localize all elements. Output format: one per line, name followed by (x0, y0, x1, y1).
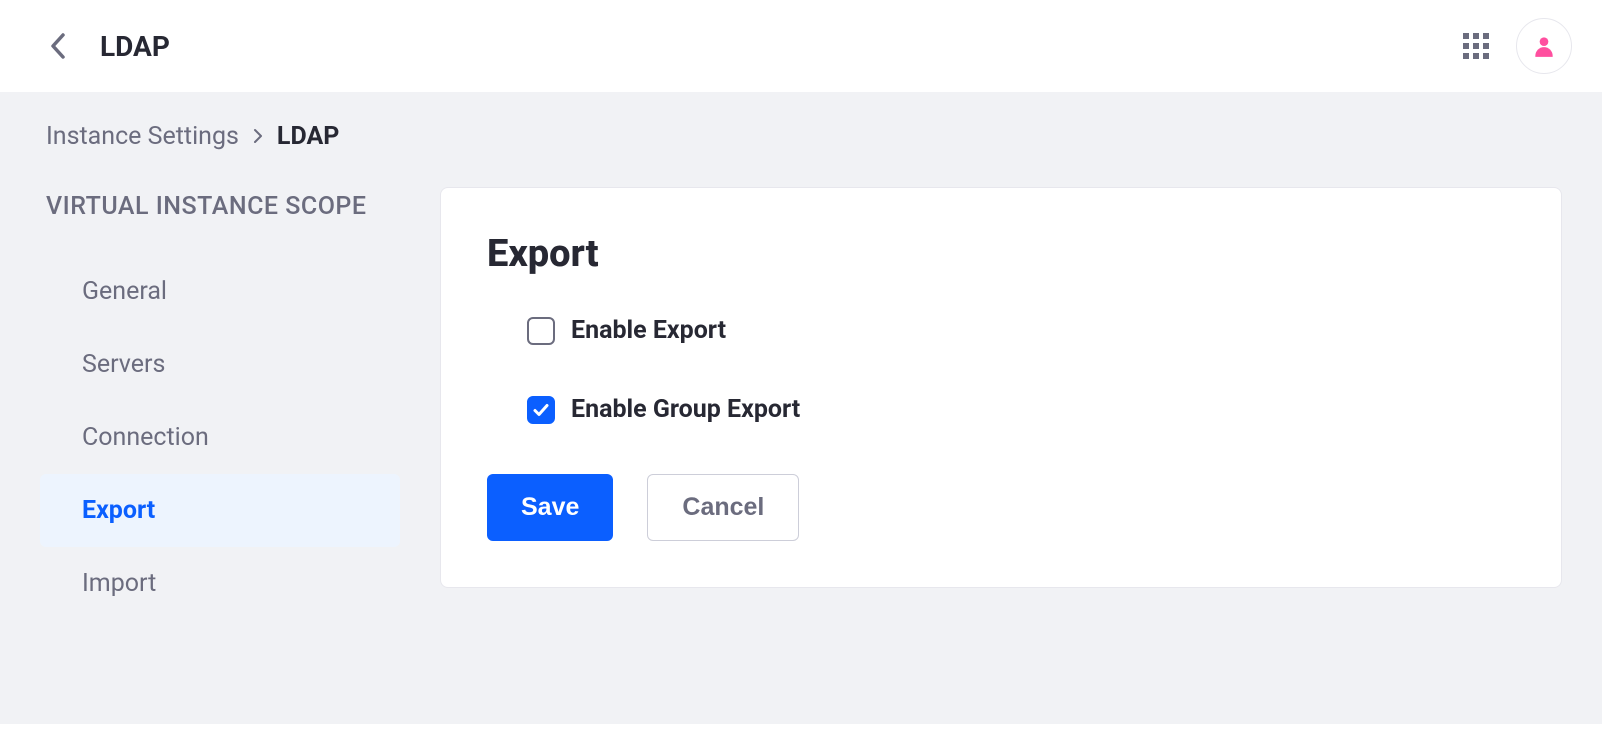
user-icon (1531, 33, 1557, 59)
top-bar: LDAP (0, 0, 1602, 92)
save-button[interactable]: Save (487, 474, 613, 541)
back-button[interactable] (40, 28, 76, 64)
sidebar-items: General Servers Connection Export Import (40, 255, 400, 620)
top-bar-left: LDAP (40, 28, 170, 64)
cancel-button[interactable]: Cancel (647, 474, 799, 541)
breadcrumb-current: LDAP (277, 122, 339, 151)
apps-menu-button[interactable] (1456, 26, 1496, 66)
enable-group-export-label[interactable]: Enable Group Export (571, 395, 800, 424)
sidebar-heading: VIRTUAL INSTANCE SCOPE (46, 187, 400, 227)
sidebar: VIRTUAL INSTANCE SCOPE General Servers C… (40, 187, 400, 620)
panel-title: Export (487, 232, 1515, 276)
enable-export-label[interactable]: Enable Export (571, 316, 726, 345)
main-row: VIRTUAL INSTANCE SCOPE General Servers C… (40, 187, 1562, 620)
check-icon (532, 401, 550, 419)
breadcrumb-parent[interactable]: Instance Settings (46, 122, 239, 151)
sidebar-item-servers[interactable]: Servers (40, 328, 400, 401)
breadcrumb: Instance Settings LDAP (46, 122, 1562, 151)
grid-icon (1461, 31, 1491, 61)
enable-export-checkbox[interactable] (527, 317, 555, 345)
top-bar-right (1456, 18, 1572, 74)
sidebar-item-export[interactable]: Export (40, 474, 400, 547)
chevron-right-icon (253, 125, 263, 149)
content-area: Instance Settings LDAP VIRTUAL INSTANCE … (0, 92, 1602, 724)
sidebar-item-general[interactable]: General (40, 255, 400, 328)
chevron-left-icon (50, 32, 66, 60)
user-avatar[interactable] (1516, 18, 1572, 74)
enable-group-export-checkbox[interactable] (527, 396, 555, 424)
sidebar-item-import[interactable]: Import (40, 547, 400, 620)
page-title: LDAP (100, 30, 170, 63)
settings-panel: Export Enable Export Enable Group Export (440, 187, 1562, 588)
checkbox-row-enable-group-export: Enable Group Export (487, 395, 1515, 424)
button-row: Save Cancel (487, 474, 1515, 541)
sidebar-item-connection[interactable]: Connection (40, 401, 400, 474)
checkbox-row-enable-export: Enable Export (487, 316, 1515, 345)
